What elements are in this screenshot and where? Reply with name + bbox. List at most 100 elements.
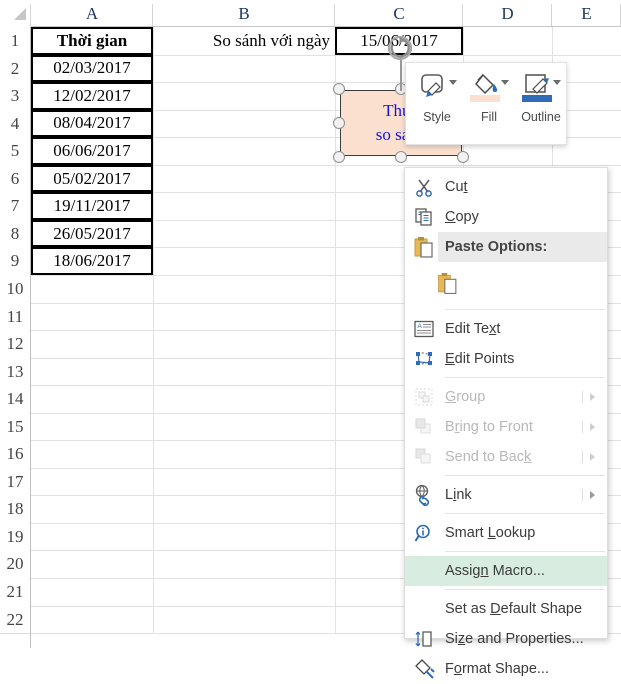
menu-item-send-to-back[interactable]: Send to Back [405,442,607,472]
shape-style-icon [420,72,454,108]
row-header-7[interactable]: 7 [0,192,30,220]
cell-A9[interactable]: 18/06/2017 [31,247,153,275]
column-header-C[interactable]: C [335,0,463,27]
row-header-2[interactable]: 2 [0,54,30,83]
mini-toolbar-item-outline[interactable]: Outline [515,63,567,144]
menu-item-label: Edit Points [445,351,515,367]
row-header-9[interactable]: 9 [0,247,30,275]
column-header-D[interactable]: D [463,0,552,27]
send-to-back-icon [413,446,435,468]
menu-item-label: Send to Back [445,449,532,465]
menu-item-link[interactable]: Link [405,480,607,510]
row-header-21[interactable]: 21 [0,578,30,606]
row-header-12[interactable]: 12 [0,330,30,358]
cell-A2[interactable]: 02/03/2017 [31,54,153,83]
menu-separator [445,551,605,552]
cell-A6[interactable]: 05/02/2017 [31,164,153,193]
menu-separator [445,475,605,476]
mini-toolbar-item-fill[interactable]: Fill [463,63,515,144]
bring-to-front-icon [413,416,435,438]
menu-item-format-shape[interactable]: Format Shape... [405,654,607,684]
submenu-arrow-icon [590,491,595,499]
cell-A3[interactable]: 12/02/2017 [31,82,153,110]
submenu-divider [582,421,583,433]
gridline-vertical [153,27,154,634]
worksheet-grid[interactable]: A B C D E 1 2 3 4 5 6 7 8 9 10 11 12 13 14 15 16 17 18 19 20 21 22… [0,0,621,679]
copy-icon [413,206,435,228]
shape-mini-toolbar[interactable]: Style Fill Outline [405,62,567,145]
menu-item-group[interactable]: Group [405,382,607,412]
row-header-19[interactable]: 19 [0,522,30,551]
cell-A4[interactable]: 08/04/2017 [31,109,153,138]
paste-icon [413,236,435,258]
chevron-down-icon[interactable] [449,80,457,85]
row-header-20[interactable]: 20 [0,550,30,578]
column-header-B[interactable]: B [153,0,335,27]
resize-handle-5[interactable] [333,151,345,163]
column-header-divider [30,4,31,27]
resize-handle-6[interactable] [395,151,407,163]
menu-item-size-and-properties[interactable]: Size and Properties... [405,624,607,654]
row-header-8[interactable]: 8 [0,219,30,248]
format-shape-icon [413,658,435,680]
cell-B1[interactable]: So sánh với ngày [153,27,335,55]
column-header-A[interactable]: A [31,0,153,27]
submenu-arrow-icon [590,423,595,431]
row-header-3[interactable]: 3 [0,82,30,110]
row-header-divider [0,633,31,635]
row-header-1[interactable]: 1 [0,27,30,55]
resize-handle-7[interactable] [457,151,469,163]
row-header-5[interactable]: 5 [0,137,30,165]
shape-context-menu[interactable]: Cut Copy Paste Options: A Edit Text Edit Poin… [404,167,608,679]
row-header-11[interactable]: 11 [0,302,30,331]
group-icon [413,386,435,408]
resize-handle-0[interactable] [333,83,345,95]
menu-separator [445,309,605,310]
resize-handle-3[interactable] [333,117,345,129]
menu-item-copy[interactable]: Copy [405,202,607,232]
column-header-divider [334,4,335,27]
menu-item-label: Paste Options: [445,239,548,255]
chevron-down-icon[interactable] [553,80,561,85]
menu-item-label: Link [445,487,472,503]
svg-text:A: A [418,323,423,330]
rotate-handle-icon[interactable] [386,34,414,62]
row-header-6[interactable]: 6 [0,164,30,193]
row-header-15[interactable]: 15 [0,412,30,441]
cell-A5[interactable]: 06/06/2017 [31,137,153,165]
menu-item-set-as-default-shape[interactable]: Set as Default Shape [405,594,607,624]
row-header-4[interactable]: 4 [0,109,30,138]
row-header-14[interactable]: 14 [0,385,30,413]
menu-item-edit-points[interactable]: Edit Points [405,344,607,374]
chevron-down-icon[interactable] [501,80,509,85]
row-header-18[interactable]: 18 [0,495,30,523]
menu-item-edit-text[interactable]: A Edit Text [405,314,607,344]
row-header-22[interactable]: 22 [0,605,30,634]
edit-points-icon [413,348,435,370]
row-header-16[interactable]: 16 [0,440,30,468]
column-header-E[interactable]: E [552,0,621,27]
row-header-17[interactable]: 17 [0,467,30,496]
mini-toolbar-label: Style [423,110,451,124]
outline-pencil-icon [524,72,558,108]
column-header-divider [551,4,552,27]
menu-item-label: Format Shape... [445,661,549,677]
menu-item-label: Assign Macro... [445,563,545,579]
cell-A8[interactable]: 26/05/2017 [31,219,153,248]
menu-item-assign-macro[interactable]: Assign Macro... [405,556,607,586]
mini-toolbar-item-style[interactable]: Style [411,63,463,144]
column-header-divider [152,4,153,27]
row-header-10[interactable]: 10 [0,274,30,303]
mini-toolbar-label: Fill [481,110,497,124]
submenu-divider [582,489,583,501]
menu-item-paste-gallery[interactable] [405,262,607,306]
row-header-13[interactable]: 13 [0,357,30,386]
menu-item-cut[interactable]: Cut [405,172,607,202]
menu-item-bring-to-front[interactable]: Bring to Front [405,412,607,442]
menu-item-smart-lookup[interactable]: Smart Lookup [405,518,607,548]
size-properties-icon [413,628,435,650]
link-icon [413,484,435,506]
cell-A7[interactable]: 19/11/2017 [31,192,153,220]
select-all-corner[interactable] [0,0,31,27]
cell-A1[interactable]: Thời gian [31,27,153,55]
